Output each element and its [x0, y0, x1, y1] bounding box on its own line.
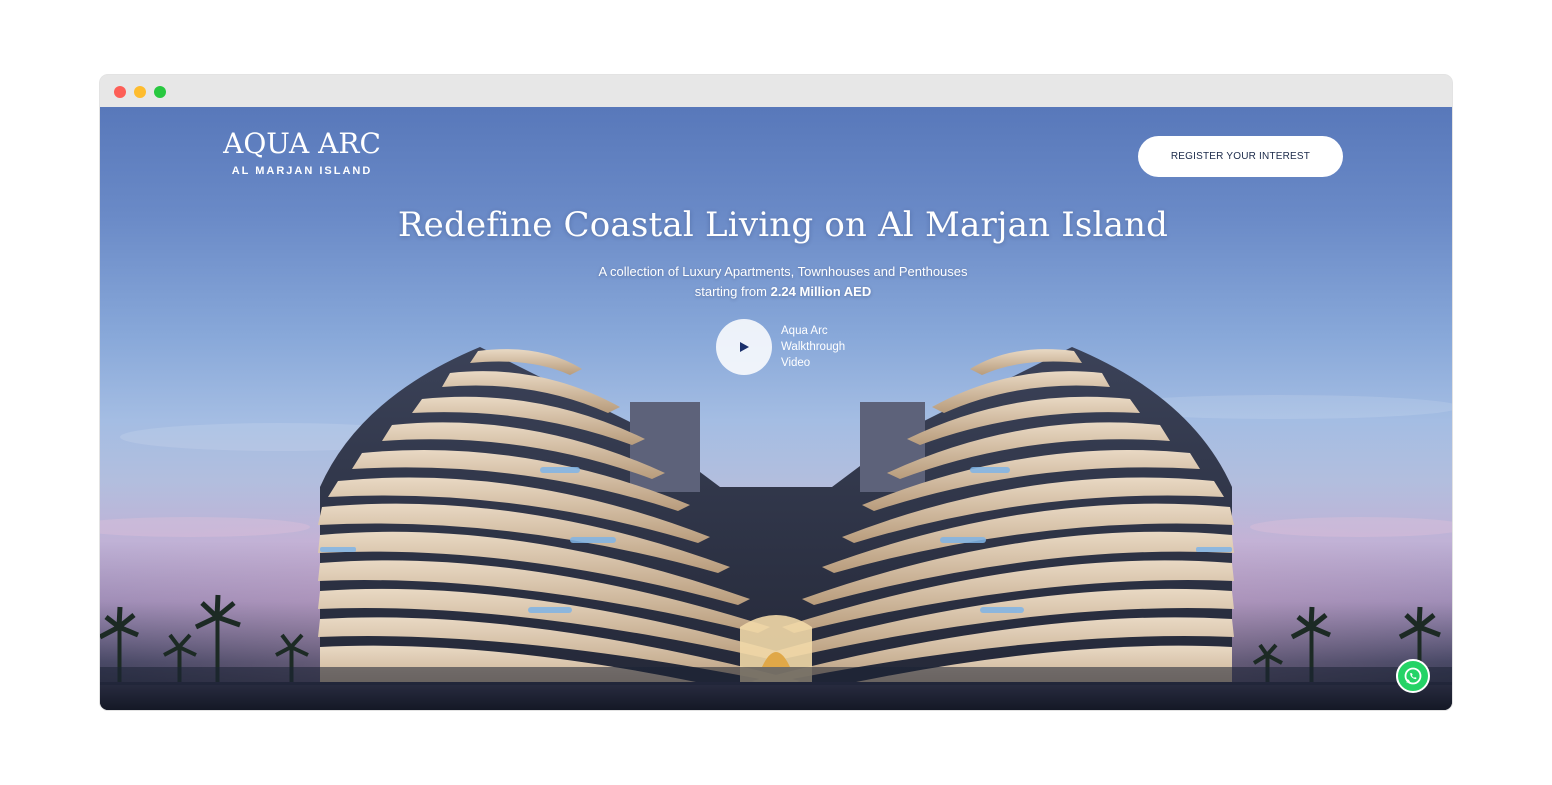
whatsapp-chat-button[interactable]	[1396, 659, 1430, 693]
brand-logo[interactable]: AQUA ARC AL MARJAN ISLAND	[212, 127, 392, 178]
hero-building-image	[100, 347, 1452, 710]
whatsapp-icon	[1404, 667, 1422, 685]
starting-price: 2.24 Million AED	[770, 284, 872, 299]
hero-subline: A collection of Luxury Apartments, Townh…	[100, 262, 1452, 302]
hero-subline-line1: A collection of Luxury Apartments, Townh…	[598, 264, 968, 279]
video-label[interactable]: Aqua Arc Walkthrough Video	[781, 323, 871, 371]
video-label-line3: Video	[781, 357, 811, 369]
hero-headline: Redefine Coastal Living on Al Marjan Isl…	[397, 205, 1169, 245]
close-window-button[interactable]	[114, 86, 126, 98]
logo-subtitle: AL MARJAN ISLAND	[231, 165, 373, 177]
browser-window: AQUA ARC AL MARJAN ISLAND REGISTER YOUR …	[100, 75, 1452, 710]
play-icon	[740, 342, 749, 352]
hero-subline-line2: starting from 2.24 Million AED	[100, 282, 1452, 302]
logo-wordmark: AQUA ARC	[223, 127, 381, 160]
minimize-window-button[interactable]	[134, 86, 146, 98]
price-prefix: starting from	[694, 284, 771, 299]
video-label-line2: Walkthrough	[781, 341, 846, 353]
zoom-window-button[interactable]	[154, 86, 166, 98]
video-label-line1: Aqua Arc	[781, 325, 828, 337]
register-interest-button[interactable]: REGISTER YOUR INTEREST	[1138, 136, 1343, 177]
play-video-button[interactable]	[716, 319, 772, 375]
page-viewport: AQUA ARC AL MARJAN ISLAND REGISTER YOUR …	[100, 107, 1452, 710]
window-titlebar	[100, 75, 1452, 107]
walkthrough-video[interactable]: Aqua Arc Walkthrough Video	[716, 319, 876, 375]
